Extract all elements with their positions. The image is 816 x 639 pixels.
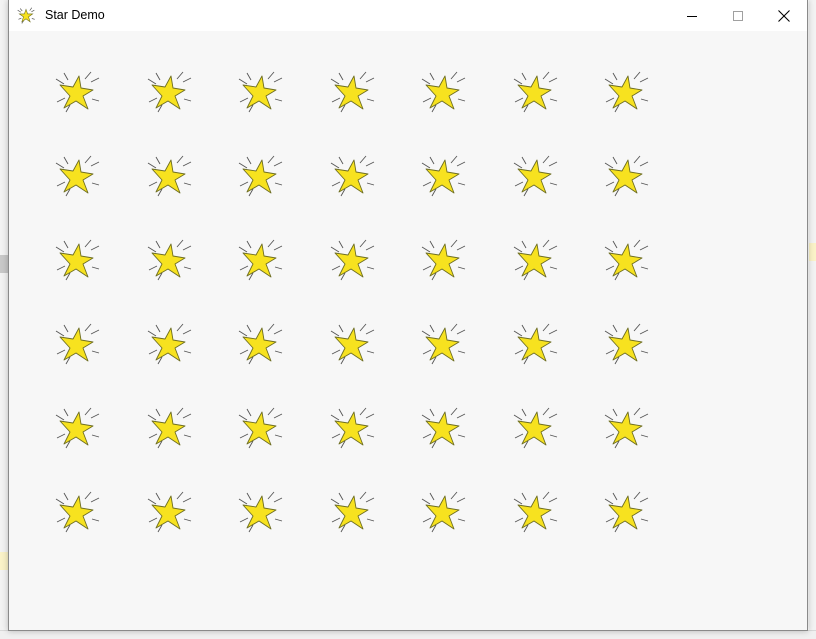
star-icon: [55, 155, 100, 197]
minimize-icon: [687, 15, 697, 17]
star-icon: [513, 491, 558, 533]
close-button[interactable]: [761, 0, 807, 31]
star-icon: [238, 323, 283, 365]
close-icon: [778, 9, 790, 22]
star-icon: [17, 7, 35, 24]
maximize-button[interactable]: [715, 0, 761, 31]
star-icon: [238, 491, 283, 533]
star-icon: [330, 239, 375, 281]
star-icon: [330, 71, 375, 113]
star-icon: [421, 323, 466, 365]
star-icon: [330, 407, 375, 449]
star-icon: [513, 323, 558, 365]
star-icon: [147, 407, 192, 449]
star-icon: [513, 239, 558, 281]
star-icon: [421, 71, 466, 113]
star-demo-window: Star Demo: [8, 0, 808, 631]
star-icon: [604, 71, 649, 113]
star-canvas: [9, 31, 807, 630]
star-icon: [238, 239, 283, 281]
star-icon: [604, 491, 649, 533]
star-icon: [55, 239, 100, 281]
star-icon: [55, 407, 100, 449]
star-icon: [421, 239, 466, 281]
background-editor-strip: [0, 0, 8, 639]
star-icon: [238, 71, 283, 113]
star-icon: [55, 71, 100, 113]
star-icon: [513, 155, 558, 197]
star-icon: [147, 239, 192, 281]
minimize-button[interactable]: [669, 0, 715, 31]
star-icon: [421, 491, 466, 533]
star-icon: [604, 323, 649, 365]
star-icon: [330, 323, 375, 365]
star-icon: [147, 491, 192, 533]
background-line-marker: [0, 255, 8, 273]
background-bottom-strip: [0, 630, 816, 639]
star-icon: [147, 155, 192, 197]
star-icon: [604, 407, 649, 449]
star-icon: [604, 239, 649, 281]
star-icon: [147, 71, 192, 113]
background-highlight-marker: [0, 552, 8, 570]
star-icon: [330, 155, 375, 197]
star-icon: [238, 407, 283, 449]
star-icon: [513, 407, 558, 449]
star-icon: [604, 155, 649, 197]
star-icon: [421, 155, 466, 197]
star-icon: [330, 491, 375, 533]
maximize-icon: [733, 10, 743, 21]
title-bar[interactable]: Star Demo: [9, 0, 807, 31]
star-icon: [147, 323, 192, 365]
star-icon: [421, 407, 466, 449]
star-icon: [55, 491, 100, 533]
window-title: Star Demo: [45, 8, 105, 22]
star-icon: [55, 323, 100, 365]
background-right-strip: [809, 0, 816, 639]
star-icon: [238, 155, 283, 197]
star-icon: [513, 71, 558, 113]
background-right-marker: [809, 243, 816, 261]
